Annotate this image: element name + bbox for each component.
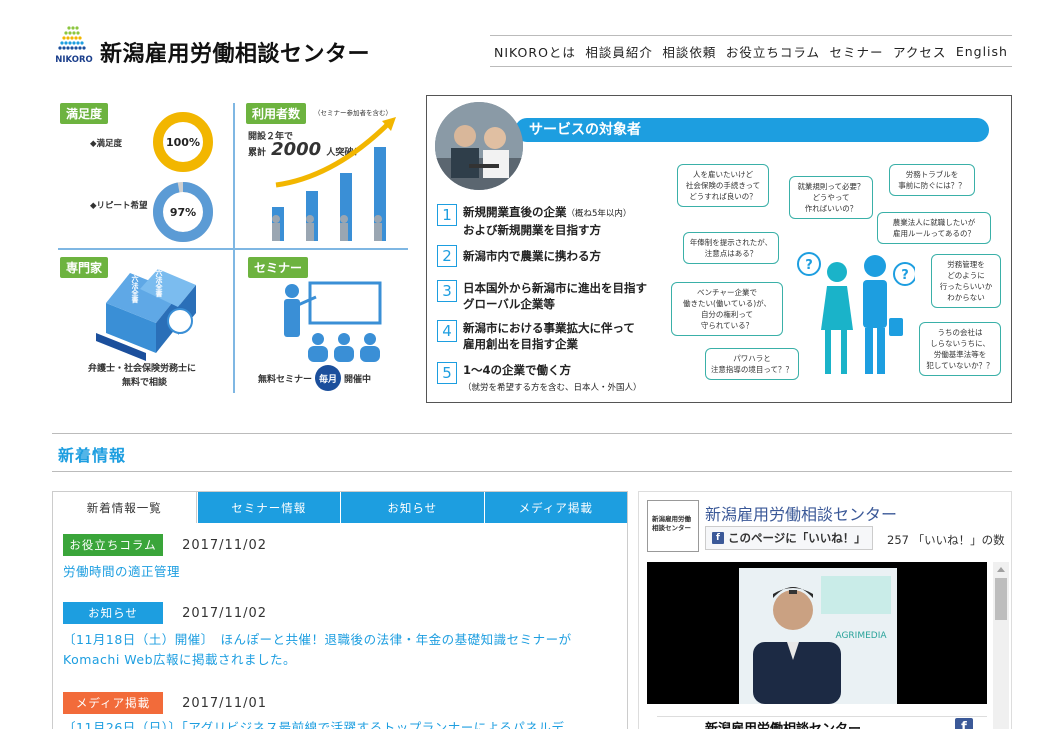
news-date: 2017/11/01 bbox=[182, 696, 268, 711]
fb-like-label: このページに「いいね！」 bbox=[728, 531, 866, 545]
target-item-1: 1 新規開業直後の企業（概ね5年以内） および新規開業を目指す方 bbox=[437, 204, 631, 238]
svg-text:?: ? bbox=[901, 268, 909, 283]
book-title-1: 六法全書 bbox=[131, 275, 139, 303]
service-target-heading: サービスの対象者 bbox=[515, 118, 989, 142]
fb-like-count: 257 「いいね！」の数 bbox=[887, 533, 1005, 547]
svg-text:100%: 100% bbox=[166, 136, 200, 149]
service-target-banner[interactable]: サービスの対象者 1 新規開業直後の企業（概ね5年以内） および新規開業を目指す方… bbox=[426, 95, 1012, 403]
monthly-badge: 毎月 bbox=[315, 365, 342, 391]
satisfaction-label: ◆満足度 bbox=[90, 139, 123, 149]
news-heading: 新着情報 bbox=[58, 446, 127, 465]
news-item: お役立ちコラム 2017/11/02 労働時間の適正管理 bbox=[63, 534, 619, 582]
question-bubble: 労務管理を どのように 行ったらいいか わからない bbox=[931, 254, 1001, 308]
tab-seminar[interactable]: セミナー情報 bbox=[196, 492, 340, 523]
fb-like-button[interactable]: f このページに「いいね！」 bbox=[705, 526, 873, 550]
svg-text:AGRIMEDIA: AGRIMEDIA bbox=[835, 631, 887, 641]
worker-figures-icon: ? ? bbox=[797, 252, 915, 374]
tab-notice[interactable]: お知らせ bbox=[340, 492, 484, 523]
site-title[interactable]: 新潟雇用労働相談センター bbox=[100, 36, 370, 68]
fb-page-name[interactable]: 新潟雇用労働相談センター bbox=[705, 501, 897, 525]
seminar-tag: セミナー bbox=[248, 257, 309, 278]
news-link[interactable]: 〔11月26日（日）〕「アグリビジネス最前線で活躍するトップランナーによるパネル… bbox=[63, 718, 619, 729]
main-nav: NIKOROとは 相談員紹介 相談依頼 お役立ちコラム セミナー アクセス En… bbox=[490, 35, 1012, 67]
target-item-5: 5 1～4の企業で働く方 （就労を希望する方を含む、日本人・外国人） bbox=[437, 362, 642, 396]
question-bubble: 農業法人に就職したいが 雇用ルールってあるの？ bbox=[877, 212, 991, 244]
question-bubble: 就業規則って必要？ どうやって 作ればいいの？ bbox=[789, 176, 873, 219]
question-bubble: ベンチャー企業で 働きたい(働いている)が、 自分の権利って 守られている？ bbox=[671, 282, 783, 336]
fb-post-media[interactable]: AGRIMEDIA bbox=[647, 562, 987, 704]
tab-all-news[interactable]: 新着情報一覧 bbox=[53, 492, 197, 523]
seminar-caption: 無料セミナー 毎月 開催中 bbox=[258, 365, 371, 391]
fb-post-photo: AGRIMEDIA bbox=[739, 568, 897, 704]
book-title-2: 六法全書 bbox=[155, 269, 163, 297]
facebook-icon[interactable]: f bbox=[955, 718, 973, 729]
fb-page-logo[interactable]: 新潟雇用労働相談センター bbox=[647, 500, 699, 552]
nav-request[interactable]: 相談依頼 bbox=[662, 42, 716, 61]
target-item-3: 3 日本国外から新潟市に進出を目指す グローバル企業等 bbox=[437, 280, 647, 312]
news-item: メディア掲載 2017/11/01 〔11月26日（日）〕「アグリビジネス最前線… bbox=[63, 692, 619, 729]
news-link[interactable]: 〔11月18日（土）開催〕 ほんぽーと共催！退職後の法律・年金の基礎知識セミナー… bbox=[63, 630, 619, 670]
target-item-4: 4 新潟市における事業拡大に伴って 雇用創出を目指す企業 bbox=[437, 320, 635, 352]
question-bubble: パワハラと 注意指導の境目って？？ bbox=[705, 348, 799, 380]
fb-scrollbar[interactable] bbox=[993, 562, 1009, 729]
svg-text:97%: 97% bbox=[170, 206, 196, 219]
svg-text:?: ? bbox=[805, 258, 813, 273]
law-books-icon bbox=[96, 269, 196, 361]
nav-english[interactable]: English bbox=[956, 44, 1008, 59]
satisfaction-tag: 満足度 bbox=[60, 103, 109, 124]
site-logo[interactable]: NIKORO bbox=[52, 24, 96, 74]
question-bubble: 年俸制を提示されたが、 注意点はある？ bbox=[683, 232, 779, 264]
question-bubble: うちの会社は しらないうちに、 労働基準法等を 犯していないか？？ bbox=[919, 322, 1001, 376]
news-section-header: 新着情報 bbox=[52, 433, 1012, 472]
svg-text:NIKORO: NIKORO bbox=[55, 55, 92, 65]
category-badge[interactable]: お知らせ bbox=[63, 602, 163, 624]
nav-column[interactable]: お役立ちコラム bbox=[726, 42, 820, 61]
nav-about[interactable]: NIKOROとは bbox=[494, 42, 576, 61]
news-item: お知らせ 2017/11/02 〔11月18日（土）開催〕 ほんぽーと共催！退職… bbox=[63, 602, 619, 670]
nav-access[interactable]: アクセス bbox=[893, 42, 946, 61]
consultation-photo bbox=[435, 102, 523, 190]
seminar-illustration-icon bbox=[284, 281, 382, 362]
nav-staff[interactable]: 相談員紹介 bbox=[585, 42, 653, 61]
users-bar-chart bbox=[272, 117, 396, 241]
target-item-2: 2 新潟市内で農業に携わる方 bbox=[437, 245, 601, 267]
fb-post-author[interactable]: 新潟雇用労働相談センター bbox=[705, 718, 861, 729]
news-link[interactable]: 労働時間の適正管理 bbox=[63, 562, 619, 582]
question-bubble: 人を雇いたいけど 社会保険の手続きって どうすれば良いの？ bbox=[677, 164, 769, 207]
fb-scroll-thumb[interactable] bbox=[995, 578, 1007, 620]
repeat-label: ◆リピート希望 bbox=[90, 201, 148, 211]
facebook-icon: f bbox=[712, 532, 724, 544]
expert-caption-1: 弁護士・社会保険労務士に bbox=[88, 364, 197, 374]
nav-seminar[interactable]: セミナー bbox=[829, 42, 883, 61]
category-badge[interactable]: メディア掲載 bbox=[63, 692, 163, 714]
news-date: 2017/11/02 bbox=[182, 606, 268, 621]
question-bubble: 労務トラブルを 事前に防ぐには？？ bbox=[889, 164, 975, 196]
repeat-ring: 97% bbox=[153, 182, 213, 242]
expert-caption-2: 無料で相談 bbox=[122, 378, 168, 388]
satisfaction-ring: 100% bbox=[153, 112, 213, 172]
category-badge[interactable]: お役立ちコラム bbox=[63, 534, 163, 556]
facebook-page-widget: 新潟雇用労働相談センター 新潟雇用労働相談センター f このページに「いいね！」… bbox=[638, 491, 1012, 729]
hero-infographic[interactable]: 満足度 ◆満足度 100% ◆リピート希望 97% 利用者数 （セミナー参加者を… bbox=[52, 95, 412, 403]
tab-media[interactable]: メディア掲載 bbox=[483, 492, 627, 523]
news-panel: 新着情報一覧 セミナー情報 お知らせ メディア掲載 お役立ちコラム 2017/1… bbox=[52, 491, 628, 729]
divider bbox=[58, 248, 408, 250]
news-date: 2017/11/02 bbox=[182, 538, 268, 553]
news-tabs: 新着情報一覧 セミナー情報 お知らせ メディア掲載 bbox=[53, 492, 627, 523]
